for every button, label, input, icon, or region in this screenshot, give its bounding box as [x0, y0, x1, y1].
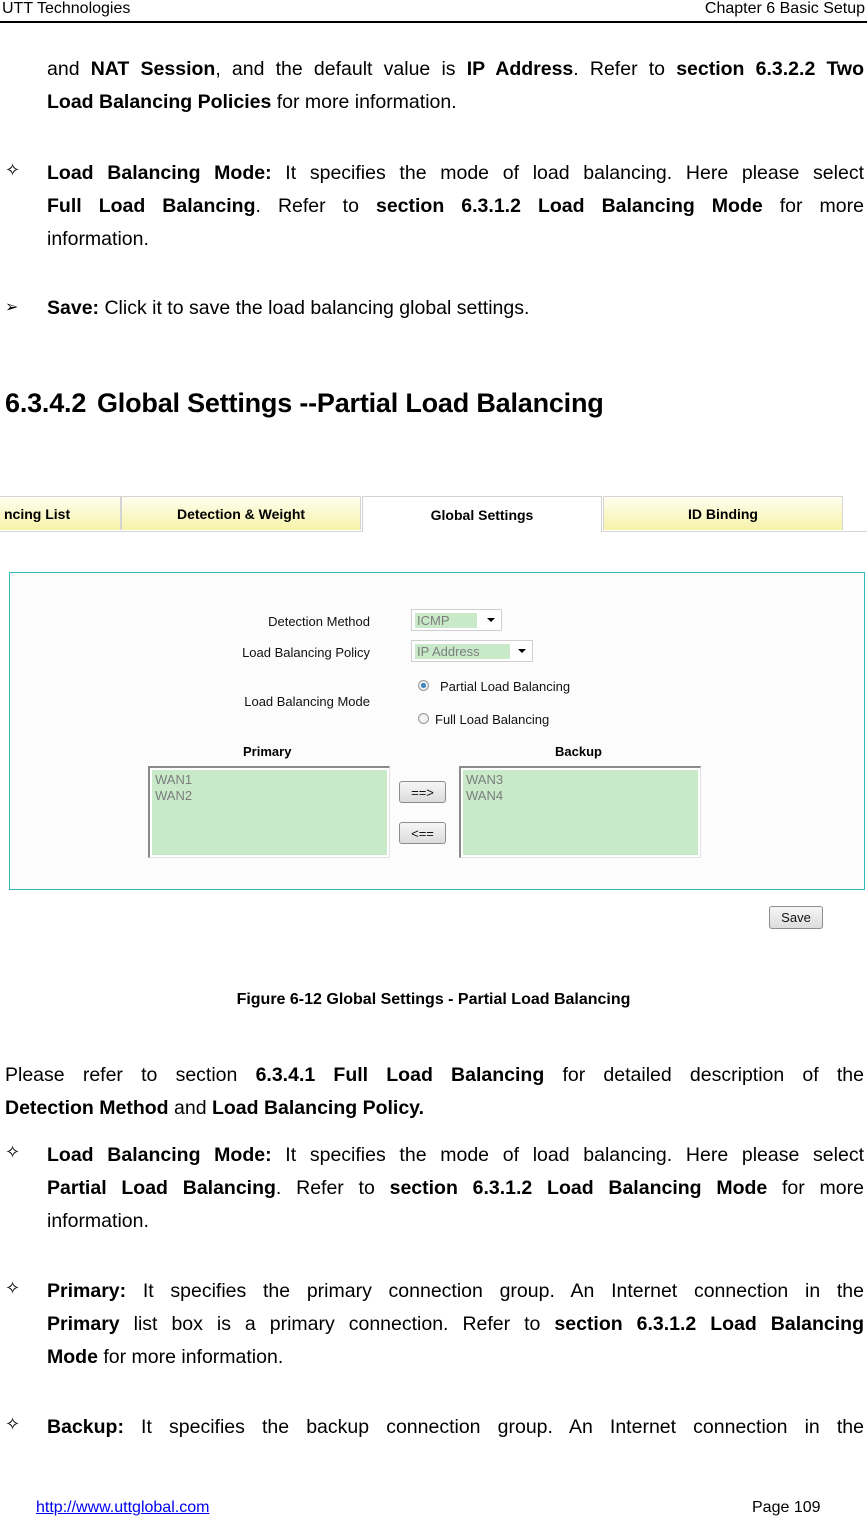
full-load-balancing-label: Full Load Balancing [435, 712, 550, 727]
text: list box is a primary connection. Refer … [119, 1313, 555, 1335]
bold-text: Partial Load Balancing [47, 1177, 276, 1199]
backup-header: Backup [555, 744, 602, 759]
tab-global-settings[interactable]: Global Settings [362, 496, 602, 532]
footer-website-link[interactable]: http://www.uttglobal.com [36, 1499, 209, 1517]
move-to-primary-button[interactable]: <== [399, 822, 446, 844]
list-item[interactable]: WAN4 [466, 788, 695, 804]
bold-text: Backup: [47, 1416, 124, 1438]
arrowhead-bullet-icon: ➢ [5, 299, 19, 316]
bullet-mode-line-1: Load Balancing Mode: It specifies the mo… [47, 157, 864, 190]
section-title: Global Settings --Partial Load Balancing [97, 388, 604, 418]
text: It specifies the backup connection group… [123, 1416, 864, 1438]
ui-screenshot: ncing List Detection & Weight Global Set… [0, 495, 867, 935]
dropdown-arrow-icon [487, 618, 495, 622]
text: for more information. [97, 1346, 284, 1368]
move-to-backup-button[interactable]: ==> [399, 781, 446, 803]
text: for more [762, 195, 864, 217]
header-rule [0, 21, 867, 23]
list-item[interactable]: WAN2 [155, 788, 384, 804]
backup-listbox[interactable]: WAN3 WAN4 [459, 766, 701, 858]
bold-text: Load Balancing Policy. [211, 1097, 424, 1119]
backup-list: WAN3 WAN4 [463, 770, 698, 855]
radio-full-load-balancing[interactable] [418, 713, 429, 724]
diamond-bullet-icon: ✧ [5, 1142, 21, 1162]
text: and [168, 1097, 212, 1119]
text: for more information. [271, 91, 457, 113]
bold-text: NAT Session [90, 58, 216, 80]
text: . Refer to [275, 1177, 390, 1199]
bold-text: Detection Method [5, 1097, 169, 1119]
tab-id-binding[interactable]: ID Binding [603, 496, 843, 530]
text: . Refer to [255, 195, 376, 217]
list-item[interactable]: WAN1 [155, 772, 384, 788]
tab-detection-weight[interactable]: Detection & Weight [121, 496, 361, 530]
intro-line-1: and NAT Session, and the default value i… [47, 53, 864, 86]
bullet-mode2-line-2: Partial Load Balancing. Refer to section… [47, 1172, 864, 1205]
text: It specifies the mode of load balancing.… [271, 1144, 864, 1166]
bold-text: Save: [47, 297, 100, 319]
save-button[interactable]: Save [769, 906, 823, 929]
figure-caption: Figure 6-12 Global Settings - Partial Lo… [236, 991, 631, 1008]
text: Please refer to section [5, 1064, 256, 1086]
header-company: UTT Technologies [2, 0, 131, 17]
bold-text: Primary [47, 1313, 120, 1335]
bold-text: section 6.3.1.2 Load Balancing Mode [375, 195, 763, 217]
bold-text: Load Balancing Mode: [47, 162, 272, 184]
bold-text: section 6.3.1.2 Load Balancing [554, 1313, 864, 1335]
section-number: 6.3.4.2 [5, 388, 87, 418]
primary-list: WAN1 WAN2 [152, 770, 387, 855]
header-chapter: Chapter 6 Basic Setup [704, 0, 865, 17]
bullet-primary-line-3: Mode for more information. [47, 1341, 864, 1374]
footer-page-number: Page 109 [752, 1499, 821, 1516]
bold-text: Load Balancing Mode: [47, 1144, 272, 1166]
bold-text: Mode [47, 1346, 98, 1368]
bold-text: section 6.3.1.2 Load Balancing Mode [389, 1177, 768, 1199]
list-item[interactable]: WAN3 [466, 772, 695, 788]
detection-method-select[interactable]: ICMP [411, 609, 502, 631]
diamond-bullet-icon: ✧ [5, 1414, 21, 1434]
bold-text: IP Address [466, 58, 574, 80]
body-line-2: Detection Method and Load Balancing Poli… [5, 1092, 864, 1125]
selected-value: IP Address [415, 644, 510, 659]
text: for detailed description of the [544, 1064, 864, 1086]
text: . Refer to [573, 58, 677, 80]
bold-text: Primary: [47, 1280, 127, 1302]
tab-balancing-list[interactable]: ncing List [0, 496, 121, 530]
bullet-save: Save: Click it to save the load balancin… [47, 292, 864, 325]
diamond-bullet-icon: ✧ [5, 160, 21, 180]
bold-text: Full Load Balancing [47, 195, 256, 217]
primary-listbox[interactable]: WAN1 WAN2 [148, 766, 390, 858]
text: for more [767, 1177, 864, 1199]
bullet-backup-line-1: Backup: It specifies the backup connecti… [47, 1411, 864, 1444]
partial-load-balancing-label: Partial Load Balancing [440, 679, 571, 694]
selected-value: ICMP [415, 613, 477, 628]
text: Click it to save the load balancing glob… [99, 297, 530, 319]
bullet-primary-line-2: Primary list box is a primary connection… [47, 1308, 864, 1341]
bold-text: section 6.3.2.2 Two [676, 58, 865, 80]
bold-text: Load Balancing Policies [47, 91, 272, 113]
section-heading: 6.3.4.2 Global Settings --Partial Load Ba… [5, 388, 604, 419]
diamond-bullet-icon: ✧ [5, 1278, 21, 1298]
bullet-mode2-line-1: Load Balancing Mode: It specifies the mo… [47, 1139, 864, 1172]
text: and [47, 58, 91, 80]
mode-label: Load Balancing Mode [244, 694, 370, 709]
intro-line-2: Load Balancing Policies for more informa… [47, 86, 864, 119]
tab-bar: ncing List Detection & Weight Global Set… [0, 495, 867, 532]
primary-header: Primary [243, 744, 292, 759]
bullet-primary-line-1: Primary: It specifies the primary connec… [47, 1275, 864, 1308]
bullet-mode-line-2: Full Load Balancing. Refer to section 6.… [47, 190, 864, 223]
body-line-1: Please refer to section 6.3.4.1 Full Loa… [5, 1059, 864, 1092]
text: , and the default value is [215, 58, 467, 80]
dropdown-arrow-icon [518, 649, 526, 653]
text: It specifies the mode of load balancing.… [271, 162, 864, 184]
bullet-mode2-line-3: information. [47, 1210, 149, 1232]
radio-partial-load-balancing[interactable] [418, 680, 429, 691]
policy-label: Load Balancing Policy [242, 645, 370, 660]
bullet-mode-line-3: information. [47, 228, 149, 250]
bold-text: 6.3.4.1 Full Load Balancing [255, 1064, 545, 1086]
policy-select[interactable]: IP Address [411, 640, 533, 662]
text: It specifies the primary connection grou… [126, 1280, 864, 1302]
detection-method-label: Detection Method [268, 614, 370, 629]
